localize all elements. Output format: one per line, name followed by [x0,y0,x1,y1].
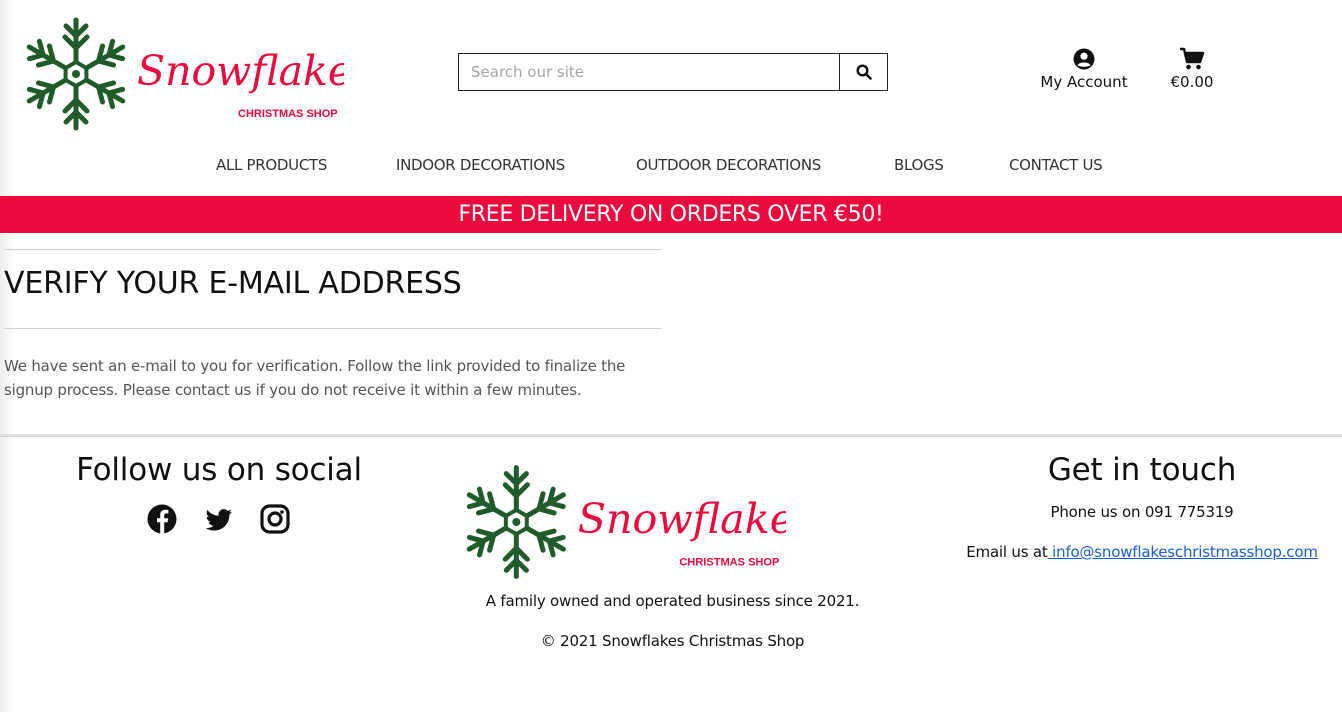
footer-logo: Snowflakes CHRISTMAS SHOP [464,463,815,583]
nav-indoor-decorations[interactable]: INDOOR DECORATIONS [396,156,565,174]
search-button[interactable] [839,53,888,91]
cart-total: €0.00 [1170,73,1214,91]
footer-tagline: A family owned and operated business sin… [485,592,860,610]
nav-all-products[interactable]: ALL PRODUCTS [216,156,327,174]
facebook-link[interactable] [147,502,179,536]
verification-message: We have sent an e-mail to you for verifi… [4,357,626,399]
nav-contact-us[interactable]: CONTACT US [1009,156,1103,174]
search-input[interactable] [458,53,839,91]
footer-divider [0,434,1342,437]
footer-snowflake-logo-graphic: Snowflakes CHRISTMAS SHOP [464,465,815,583]
cart-link[interactable]: €0.00 [1160,46,1224,91]
page-title: VERIFY YOUR E-MAIL ADDRESS [4,266,462,301]
site-logo[interactable]: Snowflakes CHRISTMAS SHOP [24,16,373,134]
facebook-icon [147,504,177,534]
main-navigation: ALL PRODUCTS INDOOR DECORATIONS OUTDOOR … [0,156,1342,182]
logo-subtitle: CHRISTMAS SHOP [238,108,338,120]
shopping-cart-icon [1180,47,1205,70]
get-in-touch-heading: Get in touch [1047,452,1237,488]
instagram-icon [260,504,290,534]
follow-us-heading: Follow us on social [76,452,362,488]
footer-logo-wordmark: Snowflakes [578,495,786,543]
twitter-icon [205,509,232,531]
divider-bottom [4,328,661,329]
footer-logo-subtitle: CHRISTMAS SHOP [679,556,779,568]
nav-blogs[interactable]: BLOGS [894,156,944,174]
search-form [458,53,888,91]
user-circle-icon [1073,48,1095,70]
footer-email-line: Email us at info@snowflakeschristmasshop… [960,543,1324,561]
free-delivery-banner: FREE DELIVERY ON ORDERS OVER €50! [0,196,1342,233]
logo-wordmark: Snowflakes [137,47,344,95]
search-icon [855,64,872,80]
nav-outdoor-decorations[interactable]: OUTDOOR DECORATIONS [636,156,821,174]
footer-phone: Phone us on 091 775319 [1050,503,1234,521]
footer-email-prefix: Email us at [966,543,1048,561]
footer-copyright: © 2021 Snowflakes Christmas Shop [540,632,805,650]
my-account-link[interactable]: My Account [1030,46,1138,91]
twitter-link[interactable] [203,502,235,536]
social-links [60,502,378,536]
divider-top [4,249,661,250]
my-account-label: My Account [1040,73,1128,91]
snowflake-logo-graphic: Snowflakes CHRISTMAS SHOP [24,17,373,134]
instagram-link[interactable] [259,502,291,536]
footer-email-link[interactable]: info@snowflakeschristmasshop.com [1048,543,1318,561]
